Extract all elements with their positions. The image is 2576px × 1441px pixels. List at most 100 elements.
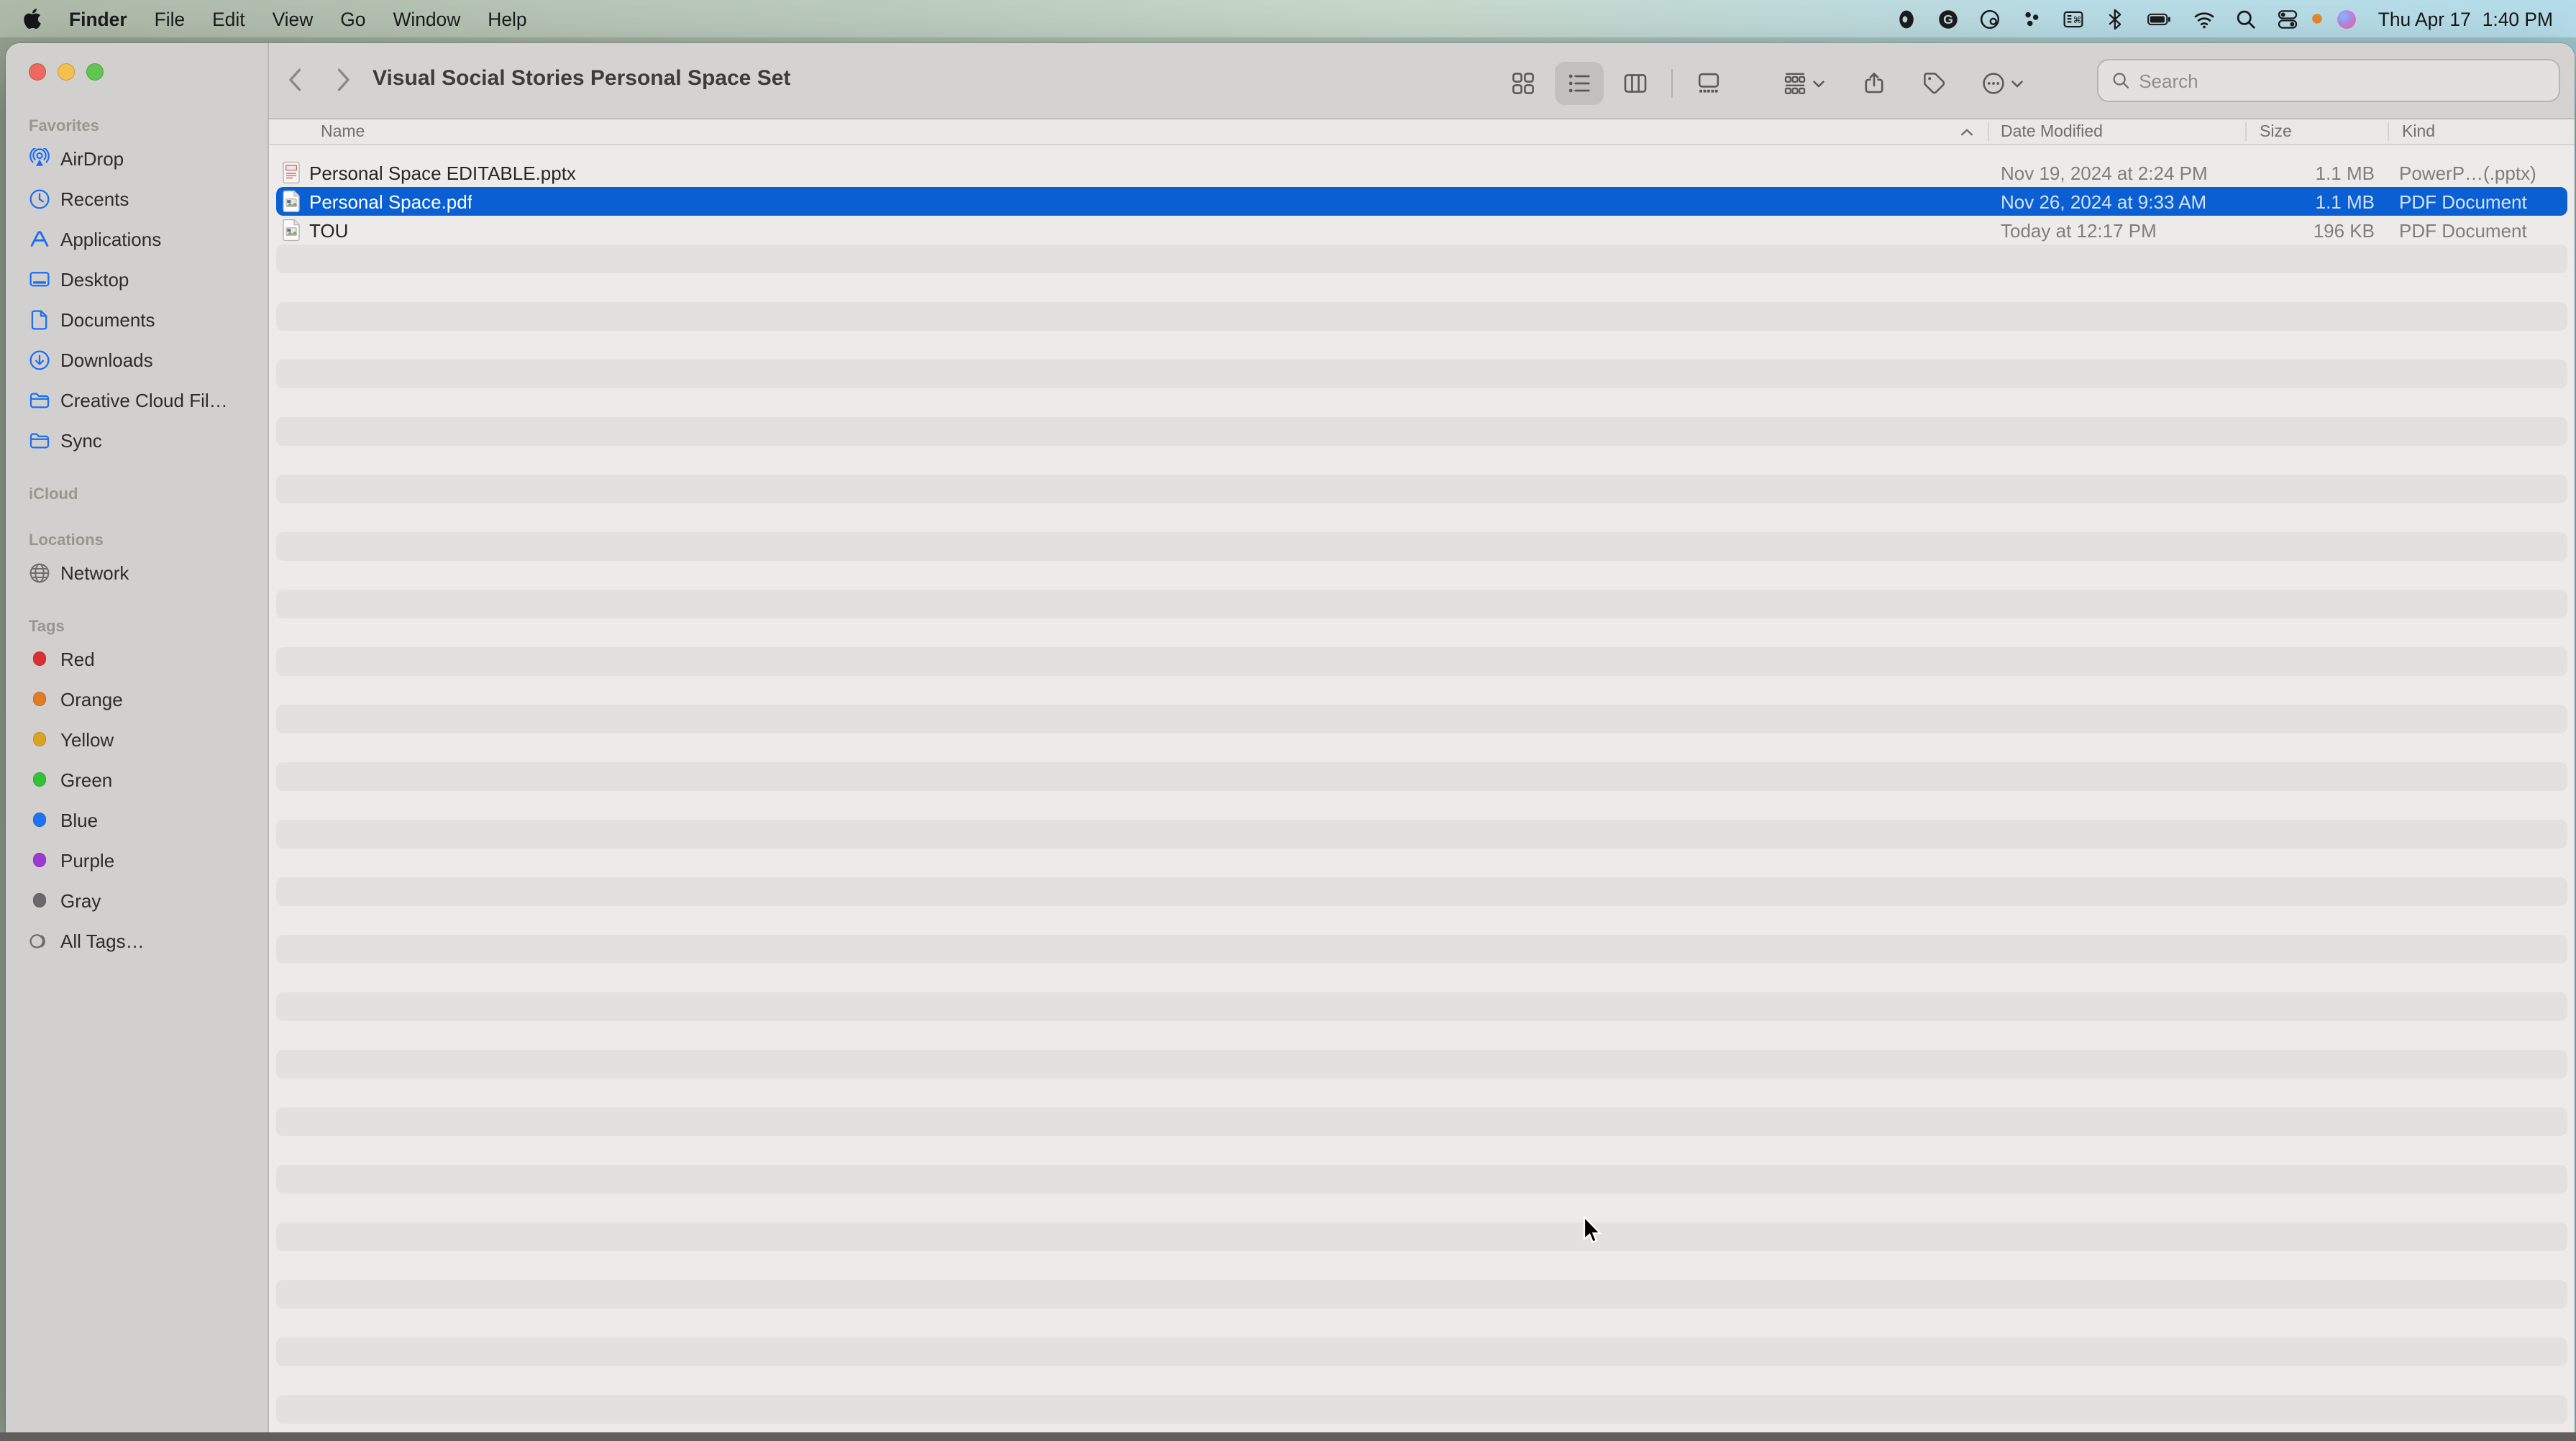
all-tags-icon	[29, 930, 50, 951]
clock-date: Thu Apr 17	[2378, 8, 2471, 29]
sidebar-item-airdrop[interactable]: AirDrop	[6, 138, 268, 178]
applications-icon	[29, 228, 50, 250]
sidebar-section-tags: TagsRedOrangeYellowGreenBluePurpleGrayAl…	[6, 616, 268, 961]
battery-icon[interactable]	[2147, 8, 2174, 29]
sidebar-item-creative-cloud-fil[interactable]: Creative Cloud Fil…	[6, 380, 268, 420]
column-header-kind[interactable]: Kind	[2402, 119, 2435, 144]
sidebar-section-header: Tags	[6, 616, 268, 639]
row-stripe	[276, 417, 2567, 446]
column-header-date-modified[interactable]: Date Modified	[2001, 119, 2103, 144]
menu-bar-clock[interactable]: Thu Apr 17 1:40 PM	[2378, 8, 2553, 29]
sidebar-item-applications[interactable]: Applications	[6, 219, 268, 259]
blue-tag-dot	[33, 813, 47, 827]
sidebar-item-desktop[interactable]: Desktop	[6, 259, 268, 299]
oval-app-icon[interactable]	[1896, 8, 1918, 29]
file-row-personal-space-pdf[interactable]: Personal Space.pdfNov 26, 2024 at 9:33 A…	[276, 187, 2567, 216]
sidebar-item-yellow[interactable]: Yellow	[6, 719, 268, 759]
list-view-button[interactable]	[1555, 62, 1604, 105]
file-name: TOU	[309, 219, 348, 241]
status-icons: G⌘	[1896, 8, 2358, 29]
bluetooth-icon[interactable]	[2105, 8, 2127, 29]
minimize-button[interactable]	[58, 63, 75, 81]
menu-view[interactable]: View	[273, 8, 314, 29]
sidebar-item-recents[interactable]: Recents	[6, 178, 268, 219]
toolbar-actions	[1772, 62, 2037, 105]
gray-tag-dot	[33, 894, 47, 907]
svg-text:⌘: ⌘	[2073, 14, 2082, 24]
file-name-cell: TOU	[282, 216, 348, 244]
column-separator[interactable]	[1988, 122, 1989, 141]
dots-app-icon[interactable]	[2022, 8, 2043, 29]
control-center-icon[interactable]	[2278, 8, 2299, 29]
tags-button[interactable]	[1910, 62, 1959, 105]
menu-edit[interactable]: Edit	[212, 8, 245, 29]
column-header-size[interactable]: Size	[2260, 119, 2292, 144]
row-stripe	[276, 877, 2567, 906]
traffic-lights	[6, 43, 268, 81]
file-list[interactable]: Personal Space EDITABLE.pptxNov 19, 2024…	[269, 145, 2575, 1432]
globe-icon	[29, 562, 50, 583]
airdrop-icon	[29, 147, 50, 169]
gallery-view-button[interactable]	[1684, 62, 1733, 105]
menu-window[interactable]: Window	[393, 8, 460, 29]
apple-logo-icon[interactable]	[23, 7, 42, 30]
recording-dot-icon[interactable]	[2312, 13, 2324, 24]
forward-button[interactable]	[326, 60, 361, 98]
menu-file[interactable]: File	[155, 8, 186, 29]
sidebar-item-downloads[interactable]: Downloads	[6, 339, 268, 380]
toolbar-separator	[1671, 69, 1673, 98]
row-stripe	[276, 935, 2567, 964]
share-button[interactable]	[1850, 62, 1899, 105]
back-button[interactable]	[278, 60, 312, 98]
group-button[interactable]	[1772, 62, 1838, 105]
close-button[interactable]	[29, 63, 46, 81]
sidebar-item-gray[interactable]: Gray	[6, 880, 268, 920]
search-field[interactable]	[2097, 59, 2560, 102]
sidebar-section-favorites: FavoritesAirDropRecentsApplicationsDeskt…	[6, 115, 268, 460]
group-icon	[1783, 72, 1807, 95]
menu-go[interactable]: Go	[340, 8, 365, 29]
green-tag-dot	[33, 773, 47, 787]
window-app-icon[interactable]: ⌘	[2063, 8, 2085, 29]
pptx-file-icon	[282, 161, 301, 184]
menu-bar: FinderFileEditViewGoWindowHelp G⌘ Thu Ap…	[0, 0, 2576, 37]
column-separator[interactable]	[2245, 122, 2247, 141]
row-stripe	[276, 360, 2567, 388]
search-input[interactable]	[2139, 70, 2546, 91]
wifi-icon[interactable]	[2194, 8, 2216, 29]
sidebar-item-documents[interactable]: Documents	[6, 299, 268, 339]
view-mode-buttons	[1499, 62, 1733, 105]
zoom-button[interactable]	[86, 63, 104, 81]
menu-finder[interactable]: Finder	[69, 8, 127, 29]
grammarly-icon[interactable]: G	[1938, 8, 1960, 29]
file-row-personal-space-editable-pptx[interactable]: Personal Space EDITABLE.pptxNov 19, 2024…	[276, 158, 2567, 187]
sidebar-item-purple[interactable]: Purple	[6, 840, 268, 880]
sidebar-item-red[interactable]: Red	[6, 639, 268, 679]
toolbar: Visual Social Stories Personal Space Set	[269, 43, 2575, 118]
circle-app-icon[interactable]	[1980, 8, 2001, 29]
row-stripe	[276, 1337, 2567, 1366]
clock-icon	[29, 188, 50, 209]
sidebar-item-orange[interactable]: Orange	[6, 679, 268, 719]
menu-help[interactable]: Help	[488, 8, 526, 29]
search-icon	[2111, 70, 2130, 91]
column-view-button[interactable]	[1611, 62, 1660, 105]
sidebar-item-all-tags[interactable]: All Tags…	[6, 920, 268, 961]
sidebar-item-network[interactable]: Network	[6, 552, 268, 593]
sidebar-item-blue[interactable]: Blue	[6, 800, 268, 840]
spotlight-icon[interactable]	[2236, 8, 2257, 29]
sidebar-item-sync[interactable]: Sync	[6, 420, 268, 460]
file-row-tou[interactable]: TOUToday at 12:17 PM196 KBPDF Document	[276, 216, 2567, 244]
sidebar-item-green[interactable]: Green	[6, 759, 268, 800]
pdf-file-icon	[282, 190, 301, 213]
pdf-file-icon	[282, 219, 301, 242]
more-actions-button[interactable]	[1970, 62, 2037, 105]
column-separator[interactable]	[2388, 122, 2389, 141]
icon-view-button[interactable]	[1499, 62, 1548, 105]
window-main: Visual Social Stories Personal Space Set	[268, 43, 2575, 1432]
sidebar-sections: FavoritesAirDropRecentsApplicationsDeskt…	[6, 115, 268, 961]
downloads-icon	[29, 349, 50, 370]
gallery-view-icon	[1697, 72, 1720, 95]
column-header-name[interactable]: Name	[321, 119, 365, 144]
siri-icon[interactable]	[2337, 8, 2358, 29]
